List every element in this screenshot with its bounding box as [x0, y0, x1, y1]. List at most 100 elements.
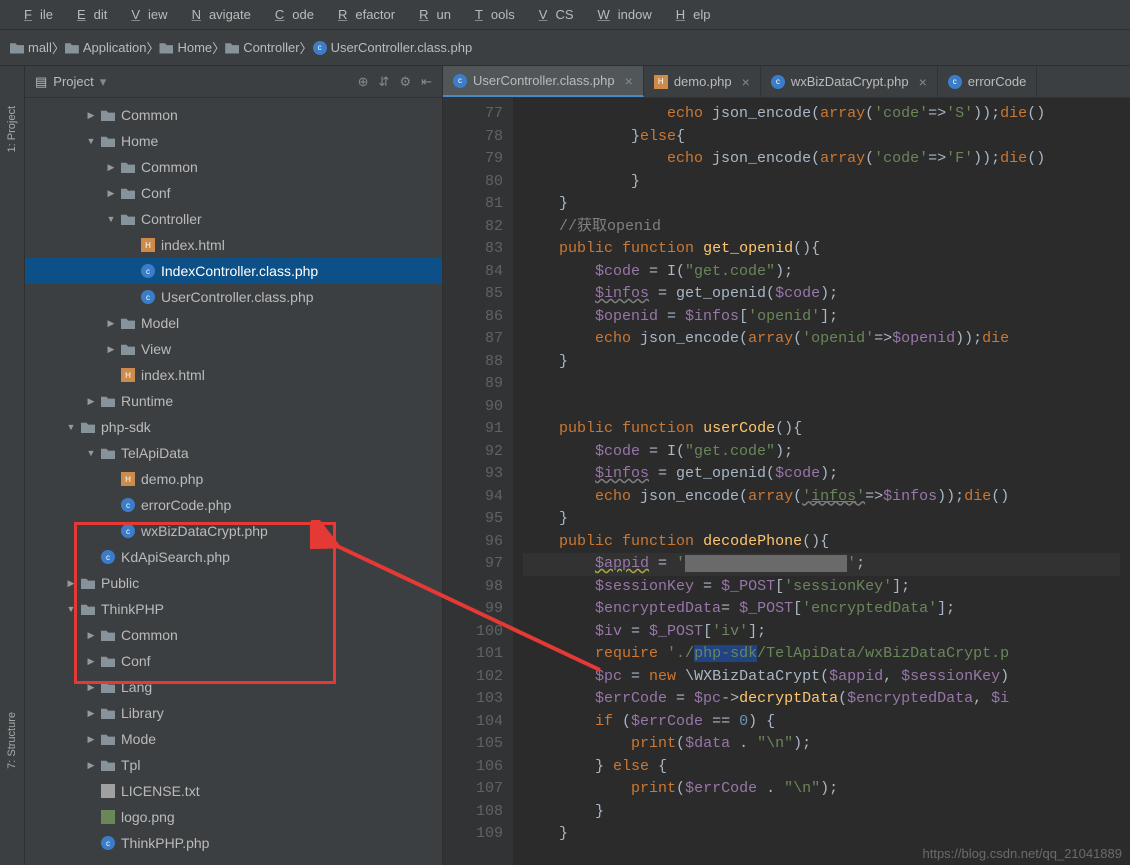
code-line[interactable]: } else {: [523, 756, 1120, 779]
tree-item[interactable]: cThinkPHP.php: [25, 830, 442, 856]
code-line[interactable]: print($errCode . "\n");: [523, 778, 1120, 801]
code-line[interactable]: $pc = new \WXBizDataCrypt($appid, $sessi…: [523, 666, 1120, 689]
menu-run[interactable]: Run: [403, 7, 459, 22]
code-line[interactable]: $errCode = $pc->decryptData($encryptedDa…: [523, 688, 1120, 711]
tree-arrow-icon[interactable]: ▶: [105, 188, 117, 199]
menu-navigate[interactable]: Navigate: [176, 7, 259, 22]
tree-arrow-icon[interactable]: ▶: [85, 656, 97, 667]
close-icon[interactable]: ×: [742, 74, 750, 90]
tree-item[interactable]: logo.png: [25, 804, 442, 830]
code-line[interactable]: $encryptedData= $_POST['encryptedData'];: [523, 598, 1120, 621]
menu-vcs[interactable]: VCS: [523, 7, 582, 22]
structure-tool-tab[interactable]: 7: Structure: [6, 712, 18, 769]
tree-arrow-icon[interactable]: ▶: [105, 344, 117, 355]
tree-item[interactable]: cIndexController.class.php: [25, 258, 442, 284]
code-content[interactable]: echo json_encode(array('code'=>'S'));die…: [513, 98, 1130, 865]
tree-arrow-icon[interactable]: ▶: [85, 396, 97, 407]
menu-tools[interactable]: Tools: [459, 7, 523, 22]
menu-window[interactable]: Window: [582, 7, 660, 22]
tree-item[interactable]: Hdemo.php: [25, 466, 442, 492]
project-tree[interactable]: ▶Common▼Home▶Common▶Conf▼ControllerHinde…: [25, 98, 442, 865]
tree-item[interactable]: ▶Model: [25, 310, 442, 336]
tree-arrow-icon[interactable]: ▶: [105, 162, 117, 173]
tree-arrow-icon[interactable]: ▶: [85, 708, 97, 719]
tree-item[interactable]: ▼TelApiData: [25, 440, 442, 466]
tree-item[interactable]: ▼ThinkPHP: [25, 596, 442, 622]
code-line[interactable]: $openid = $infos['openid'];: [523, 306, 1120, 329]
code-line[interactable]: public function userCode(){: [523, 418, 1120, 441]
editor-tab[interactable]: cerrorCode: [938, 66, 1038, 97]
code-line[interactable]: }: [523, 351, 1120, 374]
code-line[interactable]: [523, 396, 1120, 419]
tree-arrow-icon[interactable]: ▶: [85, 630, 97, 641]
code-line[interactable]: if ($errCode == 0) {: [523, 711, 1120, 734]
code-line[interactable]: [523, 373, 1120, 396]
tree-item[interactable]: ▶Conf: [25, 180, 442, 206]
tree-arrow-icon[interactable]: ▶: [85, 682, 97, 693]
menu-help[interactable]: Help: [660, 7, 719, 22]
hide-icon[interactable]: ⇤: [421, 74, 432, 90]
breadcrumb-item[interactable]: cUserController.class.php: [313, 40, 473, 55]
tree-arrow-icon[interactable]: ▶: [85, 110, 97, 121]
code-line[interactable]: $code = I("get.code");: [523, 441, 1120, 464]
code-line[interactable]: print($data . "\n");: [523, 733, 1120, 756]
tree-item[interactable]: ▼php-sdk: [25, 414, 442, 440]
code-line[interactable]: }: [523, 193, 1120, 216]
tree-arrow-icon[interactable]: ▼: [105, 214, 117, 224]
editor-tab[interactable]: cUserController.class.php×: [443, 66, 644, 97]
tree-item[interactable]: Hindex.html: [25, 362, 442, 388]
menu-file[interactable]: File: [8, 7, 61, 22]
tree-arrow-icon[interactable]: ▶: [65, 578, 77, 589]
project-tool-tab[interactable]: 1: Project: [6, 106, 18, 152]
code-line[interactable]: echo json_encode(array('code'=>'F'));die…: [523, 148, 1120, 171]
tree-item[interactable]: ▶Conf: [25, 648, 442, 674]
tree-item[interactable]: ▶View: [25, 336, 442, 362]
breadcrumb-item[interactable]: Controller: [225, 40, 299, 55]
tree-item[interactable]: ▶Lang: [25, 674, 442, 700]
tree-item[interactable]: cwxBizDataCrypt.php: [25, 518, 442, 544]
menu-edit[interactable]: Edit: [61, 7, 115, 22]
tree-item[interactable]: ▶Mode: [25, 726, 442, 752]
tree-item[interactable]: ▶Common: [25, 102, 442, 128]
code-line[interactable]: $sessionKey = $_POST['sessionKey'];: [523, 576, 1120, 599]
tree-item[interactable]: cUserController.class.php: [25, 284, 442, 310]
tree-item[interactable]: ▶Common: [25, 622, 442, 648]
tree-item[interactable]: ▶Tpl: [25, 752, 442, 778]
close-icon[interactable]: ×: [919, 74, 927, 90]
collapse-icon[interactable]: ⇵: [379, 74, 390, 90]
code-line[interactable]: require './php-sdk/TelApiData/wxBizDataC…: [523, 643, 1120, 666]
code-line[interactable]: echo json_encode(array('code'=>'S'));die…: [523, 103, 1120, 126]
code-line[interactable]: $infos = get_openid($code);: [523, 463, 1120, 486]
code-line[interactable]: $code = I("get.code");: [523, 261, 1120, 284]
menu-code[interactable]: Code: [259, 7, 322, 22]
code-line[interactable]: $iv = $_POST['iv'];: [523, 621, 1120, 644]
tree-item[interactable]: ▼Controller: [25, 206, 442, 232]
tree-item[interactable]: ▼Home: [25, 128, 442, 154]
tree-arrow-icon[interactable]: ▼: [85, 136, 97, 146]
tree-arrow-icon[interactable]: ▼: [65, 604, 77, 614]
tree-arrow-icon[interactable]: ▶: [105, 318, 117, 329]
code-line[interactable]: $appid = 'wxxxxxxxxxxxxxxxxx';: [523, 553, 1120, 576]
tree-arrow-icon[interactable]: ▶: [85, 734, 97, 745]
tree-item[interactable]: ▶Common: [25, 154, 442, 180]
breadcrumb-item[interactable]: mall: [10, 40, 52, 55]
code-line[interactable]: echo json_encode(array('infos'=>$infos))…: [523, 486, 1120, 509]
breadcrumb-item[interactable]: Application: [65, 40, 147, 55]
code-line[interactable]: public function decodePhone(){: [523, 531, 1120, 554]
code-line[interactable]: }: [523, 171, 1120, 194]
tree-item[interactable]: cerrorCode.php: [25, 492, 442, 518]
tree-item[interactable]: ▶Runtime: [25, 388, 442, 414]
menu-view[interactable]: View: [115, 7, 175, 22]
tree-item[interactable]: LICENSE.txt: [25, 778, 442, 804]
chevron-down-icon[interactable]: ▾: [100, 74, 107, 90]
code-line[interactable]: echo json_encode(array('openid'=>$openid…: [523, 328, 1120, 351]
close-icon[interactable]: ×: [625, 73, 633, 89]
tree-item[interactable]: ▶Public: [25, 570, 442, 596]
menu-refactor[interactable]: Refactor: [322, 7, 403, 22]
locate-icon[interactable]: ⊕: [358, 74, 369, 90]
code-editor[interactable]: 7778798081828384858687888990919293949596…: [443, 98, 1130, 865]
gear-icon[interactable]: ⚙: [399, 74, 411, 90]
tree-item[interactable]: Hindex.html: [25, 232, 442, 258]
code-line[interactable]: }: [523, 508, 1120, 531]
code-line[interactable]: public function get_openid(){: [523, 238, 1120, 261]
